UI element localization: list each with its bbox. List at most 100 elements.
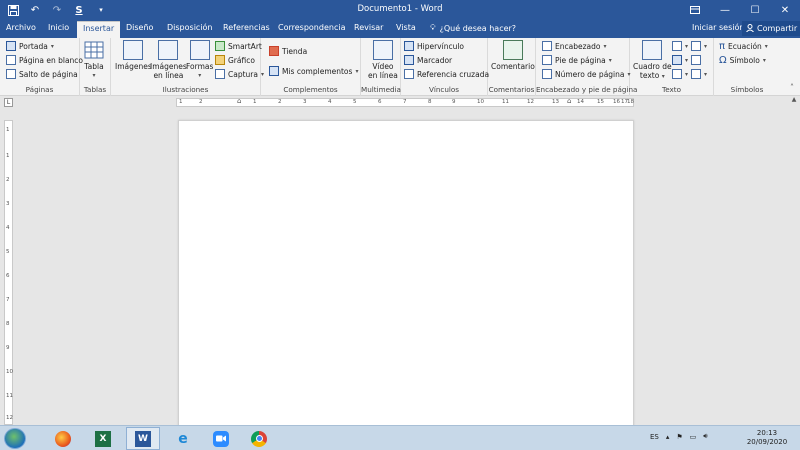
- vertical-ruler[interactable]: 1 1 2 3 4 5 6 7 8 9 10 11 12: [4, 120, 13, 425]
- share-label: Compartir: [757, 24, 798, 33]
- tab-archivo[interactable]: Archivo: [6, 23, 36, 32]
- chart-icon: [215, 55, 225, 65]
- page-break-label: Salto de página: [19, 69, 78, 79]
- video-label-1: Vídeo: [372, 62, 394, 71]
- table-label: Tabla: [84, 62, 104, 71]
- taskbar-firefox[interactable]: [46, 427, 80, 450]
- document-page[interactable]: [178, 120, 634, 430]
- group-label-complementos: Complementos: [283, 85, 338, 94]
- object-icon[interactable]: [691, 69, 702, 79]
- tab-disposicion[interactable]: Disposición: [167, 23, 213, 32]
- ruler-number: 11: [6, 393, 13, 399]
- smartart-label: SmartArt: [228, 41, 262, 51]
- sign-in-link[interactable]: Iniciar sesión: [692, 23, 744, 32]
- maximize-icon[interactable]: ☐: [740, 0, 770, 20]
- right-indent-marker-icon[interactable]: ⌂: [567, 97, 571, 105]
- header-button[interactable]: Encabezado ▾: [542, 41, 606, 51]
- action-center-icon[interactable]: ⚑: [676, 433, 682, 441]
- text-box-label-1: Cuadro de: [633, 62, 672, 71]
- ruler-number: 8: [428, 99, 432, 105]
- tab-correspondencia[interactable]: Correspondencia: [278, 23, 345, 32]
- store-label: Tienda: [282, 46, 308, 56]
- shapes-button[interactable]: Formas ▾: [186, 40, 213, 80]
- vertical-scrollbar[interactable]: ▲: [790, 96, 798, 428]
- quick-parts-button[interactable]: ▾ ▾: [672, 41, 707, 51]
- group-label-comentarios: Comentarios: [488, 85, 535, 94]
- bookmark-button[interactable]: Marcador: [404, 55, 452, 65]
- collapse-ribbon-icon[interactable]: ˄: [790, 83, 794, 92]
- tab-insertar[interactable]: Insertar: [77, 21, 121, 38]
- images-button[interactable]: Imágenes: [115, 40, 152, 71]
- minimize-icon[interactable]: —: [710, 0, 740, 20]
- symbol-button[interactable]: Ω Símbolo ▾: [719, 55, 766, 66]
- group-simbolos: π Ecuación ▾ Ω Símbolo ▾ Símbolos: [714, 38, 780, 96]
- smartart-button[interactable]: SmartArt: [215, 41, 262, 51]
- ribbon-display-icon[interactable]: [680, 0, 710, 20]
- page-break-icon: [6, 69, 16, 79]
- taskbar-word[interactable]: W: [126, 427, 160, 450]
- text-box-label-2: texto: [639, 71, 660, 80]
- online-images-button[interactable]: Imágenes en línea: [150, 40, 187, 80]
- taskbar-excel[interactable]: X: [86, 427, 120, 450]
- cross-reference-icon: [404, 69, 414, 79]
- share-button[interactable]: Compartir: [742, 21, 800, 36]
- my-addins-button[interactable]: Mis complementos ▾: [269, 66, 358, 76]
- header-label: Encabezado: [555, 41, 601, 51]
- hyperlink-button[interactable]: Hipervínculo: [404, 41, 464, 51]
- firefox-icon: [55, 430, 71, 447]
- chart-button[interactable]: Gráfico: [215, 55, 255, 65]
- page-break-button[interactable]: Salto de página: [6, 69, 78, 79]
- comment-button[interactable]: Comentario: [491, 40, 535, 71]
- indent-marker-icon[interactable]: ⌂: [237, 97, 241, 105]
- group-encabezado: Encabezado ▾ Pie de página ▾ Número de p…: [536, 38, 637, 96]
- window-controls: — ☐ ✕: [680, 0, 800, 20]
- wordart-button[interactable]: ▾: [672, 55, 702, 65]
- tab-referencias[interactable]: Referencias: [223, 23, 270, 32]
- taskbar-chrome[interactable]: [242, 427, 276, 450]
- network-icon[interactable]: ▭: [690, 433, 697, 441]
- signature-line-icon[interactable]: [691, 41, 702, 51]
- chevron-down-icon: ▾: [50, 42, 54, 50]
- show-hidden-icons-icon[interactable]: ▴: [666, 433, 670, 441]
- ruler-number: 3: [303, 99, 307, 105]
- ribbon: Portada ▾ Página en blanco Salto de pági…: [0, 38, 800, 96]
- tab-diseno[interactable]: Diseño: [126, 23, 153, 32]
- volume-icon[interactable]: 🔊︎: [703, 432, 707, 441]
- video-label-2: en línea: [368, 71, 398, 80]
- text-box-button[interactable]: Cuadro de texto ▾: [633, 40, 672, 81]
- addins-icon: [269, 66, 279, 76]
- store-button[interactable]: Tienda: [269, 46, 307, 56]
- drop-cap-button[interactable]: ▾ ▾: [672, 69, 707, 79]
- cross-reference-button[interactable]: Referencia cruzada: [404, 69, 489, 79]
- tab-selector-icon[interactable]: L: [4, 98, 13, 107]
- close-icon[interactable]: ✕: [770, 0, 800, 20]
- clock[interactable]: 20:13 20/09/2020: [742, 429, 792, 447]
- tell-me-box[interactable]: 💡︎ ¿Qué desea hacer?: [430, 23, 516, 33]
- language-indicator[interactable]: ES: [650, 433, 659, 441]
- portada-button[interactable]: Portada ▾: [6, 41, 54, 51]
- footer-label: Pie de página: [555, 55, 606, 65]
- smartart-icon: [215, 41, 225, 51]
- taskbar-zoom[interactable]: [204, 427, 238, 450]
- taskbar-internet-explorer[interactable]: e: [166, 427, 200, 450]
- person-icon: [746, 23, 754, 34]
- chevron-down-icon: ▾: [355, 67, 359, 75]
- horizontal-ruler[interactable]: 1 2 1 2 3 4 5 6 7 8 9 10 11 12 13 14 15 …: [176, 97, 634, 107]
- tab-inicio[interactable]: Inicio: [48, 23, 69, 32]
- chevron-down-icon: ▾: [762, 57, 766, 64]
- screenshot-button[interactable]: Captura ▾: [215, 69, 264, 79]
- chevron-down-icon: ▾: [608, 56, 612, 64]
- footer-button[interactable]: Pie de página ▾: [542, 55, 612, 65]
- ruler-number: 4: [328, 99, 332, 105]
- equation-button[interactable]: π Ecuación ▾: [719, 41, 768, 52]
- start-button[interactable]: [4, 428, 26, 449]
- page-number-button[interactable]: Número de página ▾: [542, 69, 631, 79]
- table-button[interactable]: Tabla ▾: [84, 40, 104, 80]
- scroll-up-icon[interactable]: ▲: [790, 96, 798, 104]
- online-video-button[interactable]: Vídeo en línea: [368, 40, 398, 80]
- date-time-icon[interactable]: [691, 55, 702, 65]
- blank-page-button[interactable]: Página en blanco: [6, 55, 83, 65]
- ruler-number: 1: [179, 99, 183, 105]
- tab-revisar[interactable]: Revisar: [354, 23, 383, 32]
- tab-vista[interactable]: Vista: [396, 23, 416, 32]
